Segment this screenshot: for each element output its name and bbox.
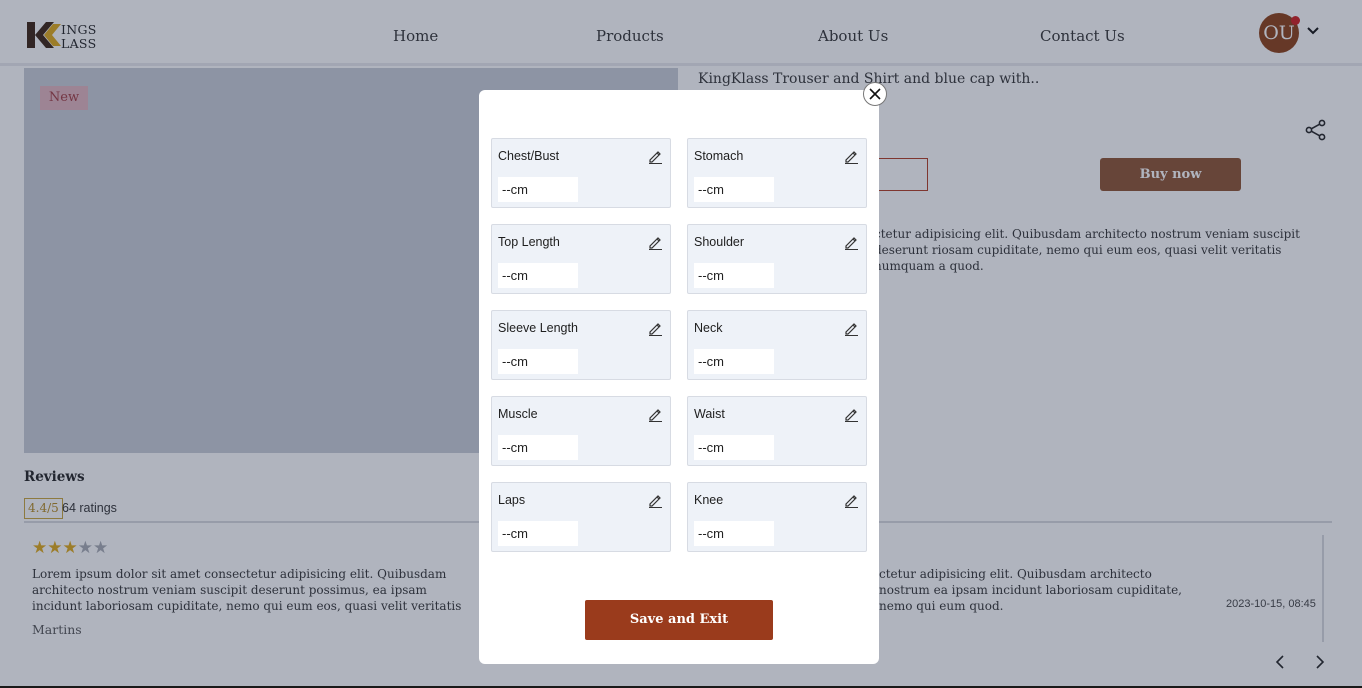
- measurement-label: Muscle: [498, 407, 538, 421]
- close-button[interactable]: [863, 82, 887, 106]
- pencil-icon[interactable]: [647, 148, 663, 164]
- measurement-label: Top Length: [498, 235, 560, 249]
- pencil-icon[interactable]: [647, 406, 663, 422]
- measurement-card-chest-bust: Chest/Bust --cm: [491, 138, 671, 208]
- measurement-label: Stomach: [694, 149, 744, 163]
- measurement-card-waist: Waist --cm: [687, 396, 867, 466]
- pencil-icon[interactable]: [647, 234, 663, 250]
- pencil-icon[interactable]: [843, 492, 859, 508]
- measurement-card-sleeve-length: Sleeve Length --cm: [491, 310, 671, 380]
- measurement-card-neck: Neck --cm: [687, 310, 867, 380]
- measurement-input[interactable]: --cm: [498, 177, 578, 202]
- measurement-card-laps: Laps --cm: [491, 482, 671, 552]
- close-icon: [869, 88, 881, 100]
- measurement-card-shoulder: Shoulder --cm: [687, 224, 867, 294]
- measurement-label: Laps: [498, 493, 526, 507]
- measurement-label: Chest/Bust: [498, 149, 560, 163]
- measurement-input[interactable]: --cm: [498, 263, 578, 288]
- measurement-input[interactable]: --cm: [694, 521, 774, 546]
- measurement-label: Neck: [694, 321, 723, 335]
- pencil-icon[interactable]: [843, 148, 859, 164]
- measurement-card-knee: Knee --cm: [687, 482, 867, 552]
- pencil-icon[interactable]: [647, 492, 663, 508]
- measurement-card-muscle: Muscle --cm: [491, 396, 671, 466]
- measurement-input[interactable]: --cm: [498, 435, 578, 460]
- pencil-icon[interactable]: [647, 320, 663, 336]
- measurement-label: Sleeve Length: [498, 321, 578, 335]
- measurement-label: Shoulder: [694, 235, 745, 249]
- save-and-exit-button[interactable]: Save and Exit: [585, 600, 773, 640]
- measurement-input[interactable]: --cm: [498, 349, 578, 374]
- pencil-icon[interactable]: [843, 406, 859, 422]
- measurement-input[interactable]: --cm: [694, 177, 774, 202]
- measurement-input[interactable]: --cm: [694, 435, 774, 460]
- measurement-label: Knee: [694, 493, 724, 507]
- measurement-card-top-length: Top Length --cm: [491, 224, 671, 294]
- measurement-input[interactable]: --cm: [694, 263, 774, 288]
- measurement-label: Waist: [694, 407, 725, 421]
- pencil-icon[interactable]: [843, 320, 859, 336]
- measurement-input[interactable]: --cm: [498, 521, 578, 546]
- measurement-card-stomach: Stomach --cm: [687, 138, 867, 208]
- measurement-input[interactable]: --cm: [694, 349, 774, 374]
- pencil-icon[interactable]: [843, 234, 859, 250]
